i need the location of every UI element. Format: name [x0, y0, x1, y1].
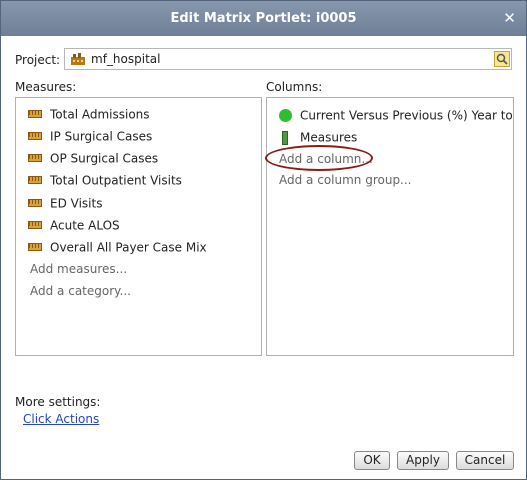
apply-button[interactable]: Apply [397, 451, 449, 470]
ruler-icon [28, 175, 42, 184]
project-field[interactable]: mf_hospital [64, 48, 512, 70]
ruler-icon [28, 153, 42, 162]
measures-bar-icon [282, 130, 288, 145]
measure-item[interactable]: Acute ALOS [28, 217, 120, 233]
add-column-group-link[interactable]: Add a column group... [279, 173, 412, 187]
green-circle-icon [279, 109, 292, 122]
project-value: mf_hospital [91, 52, 161, 66]
measure-item[interactable]: Total Outpatient Visits [28, 172, 182, 188]
measure-item[interactable]: IP Surgical Cases [28, 128, 152, 144]
project-label: Project: [15, 53, 61, 67]
columns-label: Columns: [266, 80, 323, 94]
edit-matrix-portlet-dialog: Edit Matrix Portlet: i0005 ✕ Project: mf… [0, 0, 527, 480]
ruler-icon [28, 131, 42, 140]
measures-label: Measures: [15, 80, 77, 94]
ruler-icon [28, 242, 42, 251]
ok-button[interactable]: OK [354, 451, 390, 470]
column-item[interactable]: Current Versus Previous (%) Year to [279, 107, 513, 123]
ruler-icon [28, 198, 42, 207]
column-item[interactable]: Measures [279, 129, 357, 145]
measure-item[interactable]: Total Admissions [28, 106, 150, 122]
cancel-button[interactable]: Cancel [456, 451, 514, 470]
measures-panel: Total Admissions IP Surgical Cases OP Su… [15, 97, 262, 356]
add-column-link[interactable]: Add a column... [279, 152, 373, 166]
measure-item[interactable]: ED Visits [28, 195, 102, 211]
dialog-titlebar: Edit Matrix Portlet: i0005 ✕ [1, 1, 526, 36]
measure-item[interactable]: Overall All Payer Case Mix [28, 239, 207, 255]
columns-panel: Current Versus Previous (%) Year to Meas… [266, 97, 514, 356]
close-icon[interactable]: ✕ [502, 11, 517, 26]
browse-project-button[interactable] [494, 51, 510, 67]
measure-item[interactable]: OP Surgical Cases [28, 150, 158, 166]
project-icon [71, 53, 85, 65]
search-icon [496, 53, 508, 65]
click-actions-link[interactable]: Click Actions [23, 412, 99, 426]
add-measures-link[interactable]: Add measures... [30, 262, 127, 276]
more-settings-label: More settings: [15, 395, 101, 409]
ruler-icon [28, 109, 42, 118]
dialog-title: Edit Matrix Portlet: i0005 [170, 11, 357, 26]
ruler-icon [28, 220, 42, 229]
add-category-link[interactable]: Add a category... [30, 284, 131, 298]
